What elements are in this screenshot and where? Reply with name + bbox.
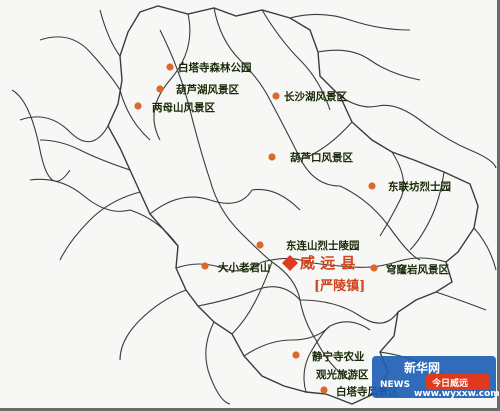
town-label: [严陵镇] — [314, 278, 365, 294]
poi-label: 葫芦湖风景区 — [176, 83, 239, 96]
poi-dot[interactable] — [268, 153, 276, 161]
poi-label: 白塔寺森林公园 — [178, 61, 252, 74]
poi-dot[interactable] — [156, 85, 164, 93]
logo-url: www.wyxxw.com — [414, 389, 500, 399]
poi-dot[interactable] — [368, 182, 376, 190]
poi-dot[interactable] — [292, 351, 300, 359]
poi-label: 静宁寺农业 — [312, 350, 365, 363]
poi-label: 东联坊烈士园 — [388, 180, 451, 193]
poi-markers: 白塔寺森林公园 葫芦湖风景区 长沙湖风景区 两母山风景区 葫芦口风景区 东联坊烈… — [134, 61, 451, 398]
poi-dot[interactable] — [166, 63, 174, 71]
poi-dot[interactable] — [320, 386, 328, 394]
poi-dot[interactable] — [134, 102, 142, 110]
logo-slogan: 今日威远 — [431, 377, 469, 389]
poi-label: 大小老君山 — [218, 261, 271, 274]
poi-label: 葫芦口风景区 — [290, 151, 353, 164]
poi-label: 长沙湖风景区 — [284, 90, 347, 103]
poi-label: 穹窿岩风景区 — [386, 263, 449, 276]
poi-label: 观光旅游区 — [316, 368, 369, 381]
logo-news: NEWS — [380, 380, 410, 390]
county-label: 威 远 县 — [300, 254, 355, 272]
road-network — [11, 7, 497, 405]
map-canvas: 白塔寺森林公园 葫芦湖风景区 长沙湖风景区 两母山风景区 葫芦口风景区 东联坊烈… — [11, 5, 500, 405]
poi-dot[interactable] — [256, 241, 264, 249]
county-seat: 威 远 县 [严陵镇] — [282, 254, 365, 294]
logo-watermark: 新华网 NEWS 今日威远 www.wyxxw.com — [372, 356, 500, 399]
logo-brand: 新华网 — [404, 360, 440, 375]
county-seat-marker[interactable] — [282, 255, 298, 271]
poi-dot[interactable] — [272, 92, 280, 100]
poi-dot[interactable] — [201, 262, 209, 270]
poi-label: 两母山风景区 — [152, 101, 215, 114]
poi-label: 东连山烈士陵园 — [286, 239, 360, 252]
poi-dot[interactable] — [370, 264, 378, 272]
